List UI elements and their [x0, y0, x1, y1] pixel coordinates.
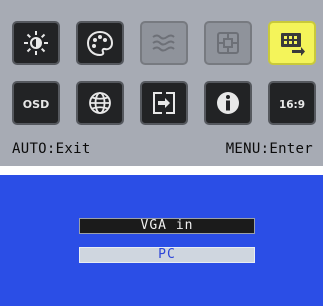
osd-menu: OSD 16:9 AUTO:Exit MENU:Enter	[0, 0, 323, 166]
osd-settings-icon: OSD	[23, 98, 49, 111]
color-tile[interactable]	[76, 21, 124, 65]
osd-icon-text: OSD	[23, 98, 49, 111]
source-screen: VGA in PC	[0, 175, 323, 306]
language-globe-icon	[89, 92, 111, 114]
language-tile[interactable]	[76, 81, 124, 125]
position-tile	[204, 21, 252, 65]
position-icon	[217, 32, 239, 54]
osd-icon-grid: OSD 16:9	[12, 21, 316, 131]
auto-exit-hint: AUTO:Exit	[12, 141, 91, 157]
source-title: VGA in	[79, 218, 255, 234]
divider	[0, 166, 323, 175]
reset-icon	[153, 92, 175, 114]
source-option-pc[interactable]: PC	[79, 247, 255, 263]
aspect-icon-text: 16:9	[279, 99, 305, 111]
brightness-tile[interactable]	[12, 21, 60, 65]
menu-enter-hint: MENU:Enter	[225, 141, 313, 157]
aspect-ratio-icon: 16:9	[279, 99, 305, 111]
wave-icon	[152, 34, 175, 52]
osd-settings-tile[interactable]: OSD	[12, 81, 60, 125]
input-source-tile[interactable]	[268, 21, 316, 65]
osd-footer: AUTO:Exit MENU:Enter	[12, 141, 313, 159]
input-source-icon	[281, 33, 305, 56]
aspect-ratio-tile[interactable]: 16:9	[268, 81, 316, 125]
reset-tile[interactable]	[140, 81, 188, 125]
info-icon	[217, 92, 239, 114]
info-tile[interactable]	[204, 81, 252, 125]
wave-tile	[140, 21, 188, 65]
color-icon	[86, 30, 114, 57]
brightness-icon	[24, 31, 48, 55]
